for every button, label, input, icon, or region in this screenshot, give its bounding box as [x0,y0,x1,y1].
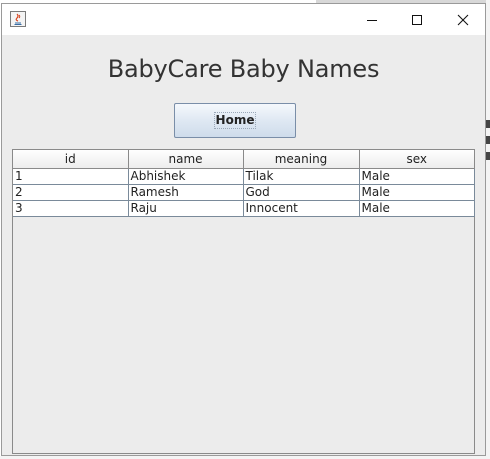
table-row[interactable]: 2 Ramesh God Male [13,184,475,201]
minimize-button[interactable] [349,4,395,35]
table-header-row: id name meaning sex [13,150,474,169]
cell-meaning[interactable]: Tilak [243,168,360,185]
cell-id[interactable]: 1 [13,168,129,185]
content-pane: BabyCare Baby Names Home id name meaning [2,35,485,455]
page-title: BabyCare Baby Names [107,55,380,83]
maximize-icon [412,14,422,25]
cell-meaning[interactable]: God [243,184,360,201]
java-icon[interactable] [10,11,26,27]
column-header-sex[interactable]: sex [359,150,474,169]
table-row[interactable]: 1 Abhishek Tilak Male [13,168,475,185]
cell-id[interactable]: 3 [13,200,129,217]
cell-sex[interactable]: Male [359,168,475,185]
cell-name[interactable]: Abhishek [128,168,244,185]
cell-sex[interactable]: Male [359,184,475,201]
cell-sex[interactable]: Male [359,200,475,217]
cell-name[interactable]: Ramesh [128,184,244,201]
title-bar[interactable] [2,4,485,35]
close-icon [457,14,469,25]
column-header-meaning[interactable]: meaning [243,150,360,169]
table-row[interactable]: 3 Raju Innocent Male [13,200,475,217]
maximize-button[interactable] [394,4,440,35]
cell-id[interactable]: 2 [13,184,129,201]
cell-meaning[interactable]: Innocent [243,200,360,217]
background-text-fragment [486,120,490,128]
names-table: id name meaning sex 1 Abhishek Tilak Mal… [13,150,475,217]
home-button-label: Home [213,112,257,129]
background-text-fragment [486,152,490,160]
background-text-fragment [486,136,490,144]
desktop-background-right [486,0,490,459]
column-header-id[interactable]: id [13,150,129,169]
app-window: BabyCare Baby Names Home id name meaning [1,3,486,456]
cell-name[interactable]: Raju [128,200,244,217]
column-header-name[interactable]: name [128,150,244,169]
close-button[interactable] [440,4,486,35]
home-button[interactable]: Home [174,103,296,138]
names-table-scrollpane[interactable]: id name meaning sex 1 Abhishek Tilak Mal… [12,149,475,454]
minimize-icon [367,19,377,21]
